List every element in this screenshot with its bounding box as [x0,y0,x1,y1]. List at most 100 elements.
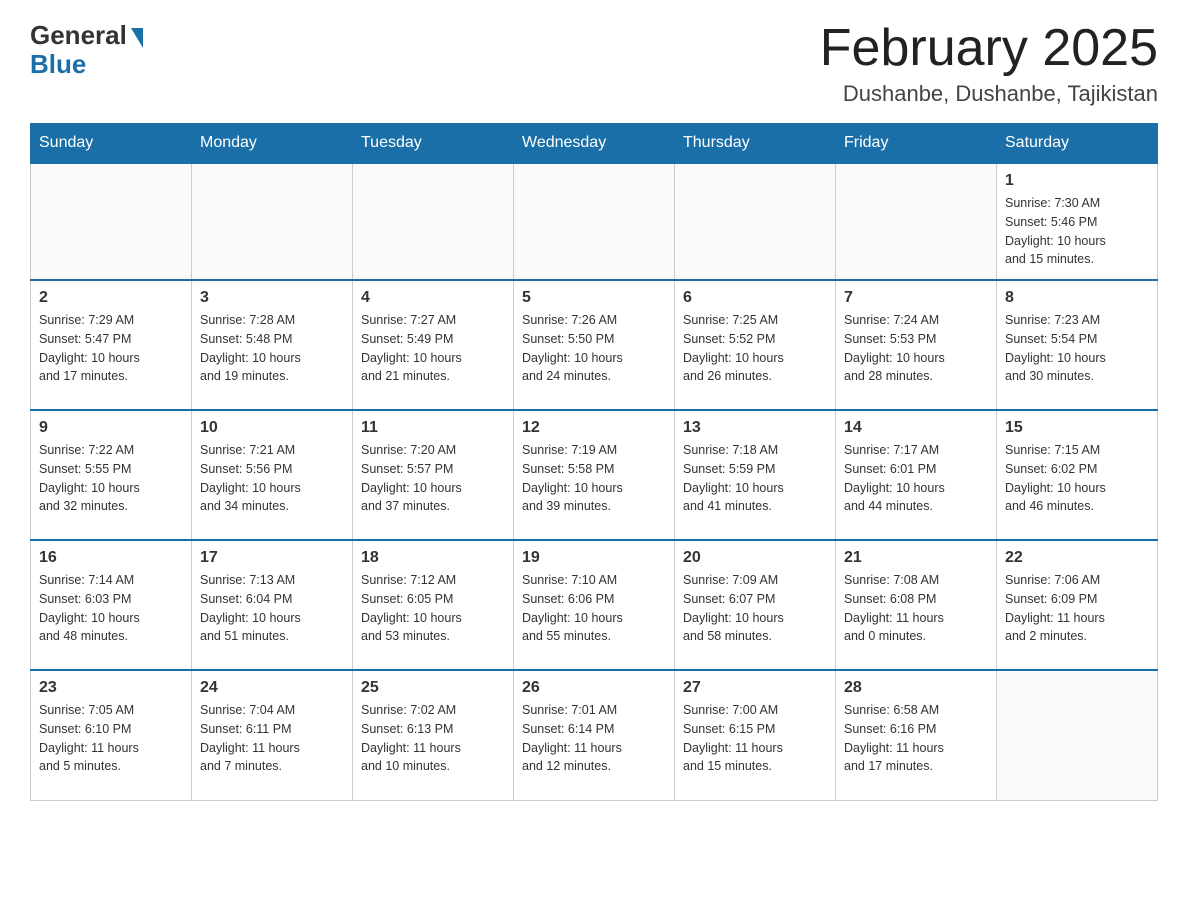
title-section: February 2025 Dushanbe, Dushanbe, Tajiki… [820,20,1158,107]
day-info: Sunrise: 7:13 AM Sunset: 6:04 PM Dayligh… [200,571,344,646]
calendar-cell: 2 Sunrise: 7:29 AM Sunset: 5:47 PM Daylig… [31,280,192,410]
day-number: 23 [39,679,183,697]
day-number: 12 [522,419,666,437]
day-number: 6 [683,289,827,307]
calendar-cell: 8 Sunrise: 7:23 AM Sunset: 5:54 PM Daylig… [997,280,1158,410]
day-number: 19 [522,549,666,567]
header-day-wednesday: Wednesday [514,124,675,164]
calendar-cell [192,163,353,280]
day-number: 20 [683,549,827,567]
header-row: SundayMondayTuesdayWednesdayThursdayFrid… [31,124,1158,164]
day-info: Sunrise: 7:10 AM Sunset: 6:06 PM Dayligh… [522,571,666,646]
calendar-cell: 26Sunrise: 7:01 AM Sunset: 6:14 PM Dayli… [514,670,675,800]
day-info: Sunrise: 7:06 AM Sunset: 6:09 PM Dayligh… [1005,571,1149,646]
day-info: Sunrise: 7:30 AM Sunset: 5:46 PM Dayligh… [1005,194,1149,269]
header-day-monday: Monday [192,124,353,164]
day-number: 17 [200,549,344,567]
calendar-cell: 22 Sunrise: 7:06 AM Sunset: 6:09 PM Dayli… [997,540,1158,670]
day-info: Sunrise: 7:14 AM Sunset: 6:03 PM Dayligh… [39,571,183,646]
calendar-cell: 14 Sunrise: 7:17 AM Sunset: 6:01 PM Dayli… [836,410,997,540]
calendar-cell: 11Sunrise: 7:20 AM Sunset: 5:57 PM Dayli… [353,410,514,540]
day-number: 16 [39,549,183,567]
calendar-cell: 27 Sunrise: 7:00 AM Sunset: 6:15 PM Dayli… [675,670,836,800]
calendar-cell: 21 Sunrise: 7:08 AM Sunset: 6:08 PM Dayli… [836,540,997,670]
calendar-cell: 16 Sunrise: 7:14 AM Sunset: 6:03 PM Dayli… [31,540,192,670]
calendar-cell: 25 Sunrise: 7:02 AM Sunset: 6:13 PM Dayli… [353,670,514,800]
day-number: 18 [361,549,505,567]
day-number: 4 [361,289,505,307]
day-info: Sunrise: 7:25 AM Sunset: 5:52 PM Dayligh… [683,311,827,386]
calendar-cell: 1 Sunrise: 7:30 AM Sunset: 5:46 PM Daylig… [997,163,1158,280]
day-number: 10 [200,419,344,437]
day-number: 27 [683,679,827,697]
calendar-body: 1 Sunrise: 7:30 AM Sunset: 5:46 PM Daylig… [31,163,1158,800]
logo-general-text: General [30,20,127,51]
day-info: Sunrise: 7:26 AM Sunset: 5:50 PM Dayligh… [522,311,666,386]
day-number: 1 [1005,172,1149,190]
calendar-header: SundayMondayTuesdayWednesdayThursdayFrid… [31,124,1158,164]
logo: General Blue [30,20,143,80]
day-number: 2 [39,289,183,307]
day-info: Sunrise: 7:27 AM Sunset: 5:49 PM Dayligh… [361,311,505,386]
calendar-cell: 20 Sunrise: 7:09 AM Sunset: 6:07 PM Dayli… [675,540,836,670]
calendar-cell: 18 Sunrise: 7:12 AM Sunset: 6:05 PM Dayli… [353,540,514,670]
logo-arrow-icon [131,28,143,48]
header-day-tuesday: Tuesday [353,124,514,164]
calendar-cell: 13 Sunrise: 7:18 AM Sunset: 5:59 PM Dayli… [675,410,836,540]
header-day-sunday: Sunday [31,124,192,164]
day-info: Sunrise: 7:29 AM Sunset: 5:47 PM Dayligh… [39,311,183,386]
day-number: 22 [1005,549,1149,567]
day-number: 3 [200,289,344,307]
logo-blue-text: Blue [30,49,86,80]
calendar-cell: 10Sunrise: 7:21 AM Sunset: 5:56 PM Dayli… [192,410,353,540]
page-header: General Blue February 2025 Dushanbe, Dus… [30,20,1158,107]
week-row-2: 9Sunrise: 7:22 AM Sunset: 5:55 PM Daylig… [31,410,1158,540]
calendar-cell [353,163,514,280]
week-row-1: 2 Sunrise: 7:29 AM Sunset: 5:47 PM Daylig… [31,280,1158,410]
day-number: 26 [522,679,666,697]
day-number: 21 [844,549,988,567]
calendar-cell: 3Sunrise: 7:28 AM Sunset: 5:48 PM Daylig… [192,280,353,410]
day-number: 7 [844,289,988,307]
day-number: 24 [200,679,344,697]
calendar-cell: 12 Sunrise: 7:19 AM Sunset: 5:58 PM Dayli… [514,410,675,540]
day-info: Sunrise: 7:04 AM Sunset: 6:11 PM Dayligh… [200,701,344,776]
day-number: 11 [361,419,505,437]
day-number: 9 [39,419,183,437]
calendar-cell: 9Sunrise: 7:22 AM Sunset: 5:55 PM Daylig… [31,410,192,540]
day-number: 14 [844,419,988,437]
calendar-table: SundayMondayTuesdayWednesdayThursdayFrid… [30,123,1158,801]
day-number: 8 [1005,289,1149,307]
day-info: Sunrise: 7:23 AM Sunset: 5:54 PM Dayligh… [1005,311,1149,386]
day-info: Sunrise: 7:05 AM Sunset: 6:10 PM Dayligh… [39,701,183,776]
day-info: Sunrise: 7:19 AM Sunset: 5:58 PM Dayligh… [522,441,666,516]
day-info: Sunrise: 6:58 AM Sunset: 6:16 PM Dayligh… [844,701,988,776]
day-number: 13 [683,419,827,437]
day-info: Sunrise: 7:12 AM Sunset: 6:05 PM Dayligh… [361,571,505,646]
calendar-cell: 17 Sunrise: 7:13 AM Sunset: 6:04 PM Dayli… [192,540,353,670]
day-info: Sunrise: 7:18 AM Sunset: 5:59 PM Dayligh… [683,441,827,516]
calendar-cell [514,163,675,280]
month-title: February 2025 [820,20,1158,77]
header-day-saturday: Saturday [997,124,1158,164]
day-info: Sunrise: 7:24 AM Sunset: 5:53 PM Dayligh… [844,311,988,386]
day-info: Sunrise: 7:17 AM Sunset: 6:01 PM Dayligh… [844,441,988,516]
calendar-cell: 6 Sunrise: 7:25 AM Sunset: 5:52 PM Daylig… [675,280,836,410]
calendar-cell [997,670,1158,800]
header-day-thursday: Thursday [675,124,836,164]
day-info: Sunrise: 7:15 AM Sunset: 6:02 PM Dayligh… [1005,441,1149,516]
calendar-cell: 28Sunrise: 6:58 AM Sunset: 6:16 PM Dayli… [836,670,997,800]
day-info: Sunrise: 7:09 AM Sunset: 6:07 PM Dayligh… [683,571,827,646]
day-info: Sunrise: 7:02 AM Sunset: 6:13 PM Dayligh… [361,701,505,776]
day-number: 15 [1005,419,1149,437]
day-number: 25 [361,679,505,697]
calendar-cell: 5Sunrise: 7:26 AM Sunset: 5:50 PM Daylig… [514,280,675,410]
day-info: Sunrise: 7:08 AM Sunset: 6:08 PM Dayligh… [844,571,988,646]
calendar-cell [31,163,192,280]
calendar-cell [836,163,997,280]
calendar-cell: 23 Sunrise: 7:05 AM Sunset: 6:10 PM Dayli… [31,670,192,800]
day-info: Sunrise: 7:00 AM Sunset: 6:15 PM Dayligh… [683,701,827,776]
calendar-cell: 24 Sunrise: 7:04 AM Sunset: 6:11 PM Dayli… [192,670,353,800]
location: Dushanbe, Dushanbe, Tajikistan [820,81,1158,107]
week-row-3: 16 Sunrise: 7:14 AM Sunset: 6:03 PM Dayli… [31,540,1158,670]
